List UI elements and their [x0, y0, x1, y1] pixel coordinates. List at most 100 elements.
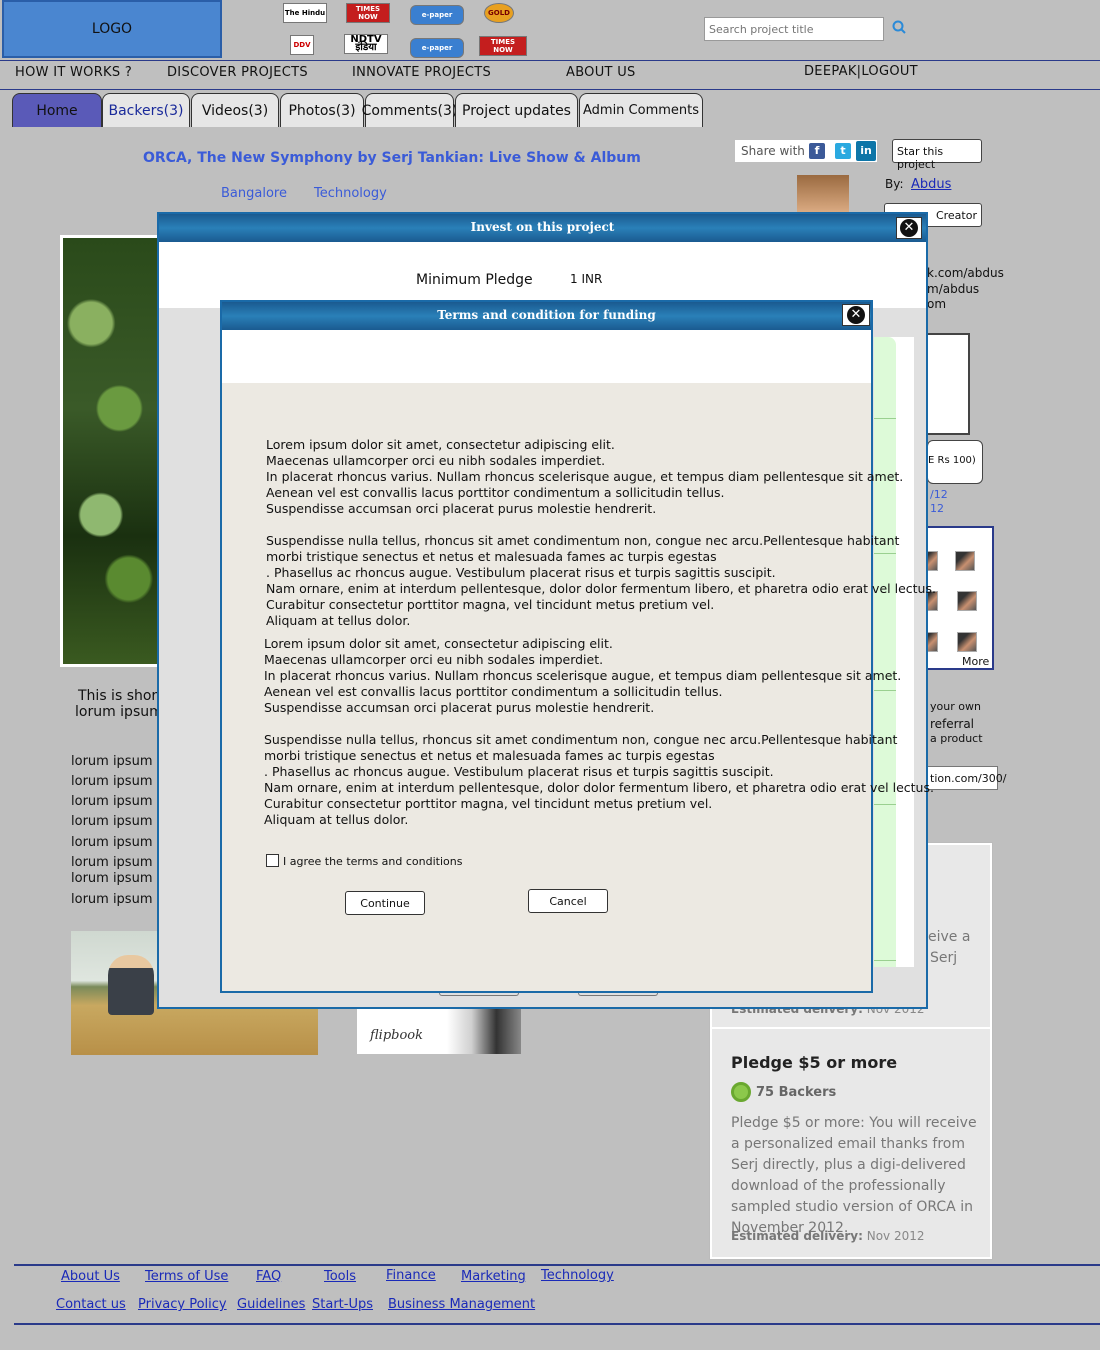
- side-video-box[interactable]: [927, 333, 970, 435]
- media-logo-times-now-2[interactable]: TIMES NOW: [479, 36, 527, 56]
- close-icon: ✕: [847, 306, 865, 324]
- reward-1-desc-1: eive a: [928, 929, 971, 945]
- media-logo-ddv[interactable]: DDV: [290, 35, 314, 55]
- lorem-line: lorum ipsum lo: [71, 892, 169, 907]
- invest-modal-body: [159, 242, 926, 308]
- tab-photos[interactable]: Photos(3): [280, 93, 364, 127]
- terms-paragraph-4: Suspendisse nulla tellus, rhoncus sit am…: [264, 732, 934, 827]
- project-location[interactable]: Bangalore: [221, 186, 287, 201]
- invest-modal-close-button[interactable]: ✕: [896, 217, 922, 239]
- reward-2-title: Pledge $5 or more: [731, 1053, 898, 1072]
- media-logo-ndtv-india[interactable]: NDTV इंडिया: [344, 34, 388, 54]
- tab-home[interactable]: Home: [12, 93, 102, 127]
- footer-link-privacy-policy[interactable]: Privacy Policy: [138, 1297, 227, 1312]
- terms-modal-banner: [222, 330, 871, 383]
- tab-admin-comments[interactable]: Admin Comments: [579, 93, 703, 127]
- footer-link-guidelines[interactable]: Guidelines: [237, 1297, 305, 1312]
- project-title[interactable]: ORCA, The New Symphony by Serj Tankian: …: [143, 150, 641, 166]
- footer-link-marketing[interactable]: Marketing: [461, 1269, 526, 1284]
- reward-1-desc-2: Serj: [930, 950, 958, 966]
- terms-modal-close-button[interactable]: ✕: [842, 304, 870, 326]
- search-icon[interactable]: [891, 19, 907, 35]
- search-input[interactable]: [704, 17, 884, 41]
- pledge-button[interactable]: E Rs 100): [927, 440, 983, 484]
- facebook-icon[interactable]: f: [809, 143, 825, 159]
- footer-link-finance[interactable]: Finance: [386, 1268, 436, 1283]
- backer-avatar[interactable]: [957, 591, 977, 611]
- lorem-line: lorum ipsum lo: [71, 814, 169, 829]
- list-separator: [874, 960, 896, 961]
- referral-link-input[interactable]: tion.com/300/: [927, 766, 1006, 790]
- logo[interactable]: LOGO: [2, 0, 222, 58]
- date-text-1: /12: [930, 488, 948, 501]
- tab-project-updates[interactable]: Project updates: [455, 93, 578, 127]
- footer-link-technology[interactable]: Technology: [541, 1268, 614, 1283]
- terms-paragraph-2: Suspendisse nulla tellus, rhoncus sit am…: [266, 533, 936, 628]
- footer-divider-top: [14, 1264, 1100, 1266]
- lorem-line: lorum ipsum lo: [71, 835, 169, 850]
- linkedin-icon[interactable]: in: [856, 141, 876, 161]
- agree-terms-checkbox[interactable]: [266, 854, 279, 867]
- invest-modal-title: Invest on this project: [470, 220, 615, 234]
- list-separator: [874, 418, 896, 419]
- reward-2-est-value: Nov 2012: [866, 1229, 925, 1243]
- field-photo-person: [108, 955, 154, 1015]
- footer-link-terms[interactable]: Terms of Use: [145, 1269, 228, 1284]
- media-logo-times-now[interactable]: TIMES NOW: [346, 3, 390, 23]
- backer-avatar[interactable]: [957, 632, 977, 652]
- nav-user-logout[interactable]: DEEPAK|LOGOUT: [804, 64, 918, 79]
- nav-discover-projects[interactable]: DISCOVER PROJECTS: [167, 65, 308, 80]
- media-logo-the-hindu[interactable]: The Hindu: [283, 3, 327, 23]
- tab-videos[interactable]: Videos(3): [191, 93, 279, 127]
- continue-button[interactable]: Continue: [345, 891, 425, 915]
- media-logo-epaper[interactable]: e-paper: [410, 5, 464, 25]
- terms-paragraph-3: Lorem ipsum dolor sit amet, consectetur …: [264, 636, 902, 715]
- reward-2-est-label: Estimated delivery:: [731, 1229, 863, 1243]
- footer-link-faq[interactable]: FAQ: [256, 1269, 281, 1284]
- by-label: By:: [885, 177, 904, 191]
- reward-2-estimated: Estimated delivery: Nov 2012: [731, 1229, 925, 1243]
- lorem-line: lorum ipsum lo: [71, 855, 169, 870]
- footer-link-business-management[interactable]: Business Management: [388, 1297, 535, 1312]
- more-backers-link[interactable]: More: [962, 655, 989, 668]
- short-description-1: This is shor: [78, 688, 158, 704]
- tab-backers[interactable]: Backers(3): [102, 93, 190, 127]
- lorem-line: lorum ipsum lo: [71, 754, 169, 769]
- footer-link-about-us[interactable]: About Us: [61, 1269, 120, 1284]
- agree-terms-label[interactable]: I agree the terms and conditions: [283, 855, 462, 868]
- reward-2-backers: 75 Backers: [756, 1085, 837, 1100]
- footer-link-tools[interactable]: Tools: [324, 1269, 356, 1284]
- reward-2-description: Pledge $5 or more: You will receive a pe…: [731, 1115, 977, 1236]
- footer-link-start-ups[interactable]: Start-Ups: [312, 1297, 373, 1312]
- nav-divider-top: [0, 60, 1100, 61]
- cancel-button[interactable]: Cancel: [528, 889, 608, 913]
- lorem-line: lorum ipsum lo: [71, 774, 169, 789]
- lorem-line: lorum ipsum lo: [71, 794, 169, 809]
- short-description-2: lorum ipsum: [75, 704, 163, 720]
- creator-link-3[interactable]: om: [927, 297, 946, 311]
- nav-innovate-projects[interactable]: INNOVATE PROJECTS: [352, 65, 491, 80]
- project-main-photo[interactable]: [60, 235, 160, 667]
- date-text-2: 12: [930, 502, 944, 515]
- footer-link-contact-us[interactable]: Contact us: [56, 1297, 126, 1312]
- creator-link-2[interactable]: m/abdus: [927, 282, 979, 296]
- backer-avatar[interactable]: [955, 551, 975, 571]
- terms-paragraph-1: Lorem ipsum dolor sit amet, consectetur …: [266, 437, 904, 516]
- creator-link-1[interactable]: k.com/abdus: [927, 266, 1004, 280]
- nav-how-it-works[interactable]: HOW IT WORKS ?: [15, 65, 132, 80]
- minimum-pledge-value: 1 INR: [570, 272, 603, 286]
- star-project-button[interactable]: Star this project: [892, 139, 982, 171]
- close-icon: ✕: [900, 219, 918, 237]
- lorem-line: lorum ipsum lo: [71, 871, 169, 886]
- media-logo-epaper-2[interactable]: e-paper: [410, 38, 464, 58]
- twitter-icon[interactable]: t: [835, 143, 851, 159]
- flipbook-logo-text: flipbook: [370, 1028, 424, 1043]
- media-logo-gold-seal[interactable]: GOLD: [484, 3, 514, 23]
- project-category[interactable]: Technology: [314, 186, 387, 201]
- backers-badge-icon: [731, 1082, 751, 1102]
- referral-text-2: referral: [930, 717, 975, 731]
- tab-comments[interactable]: Comments(3): [362, 93, 457, 127]
- nav-about-us[interactable]: ABOUT US: [566, 65, 636, 80]
- footer-divider-bottom: [14, 1323, 1100, 1325]
- creator-name-link[interactable]: Abdus: [911, 177, 951, 192]
